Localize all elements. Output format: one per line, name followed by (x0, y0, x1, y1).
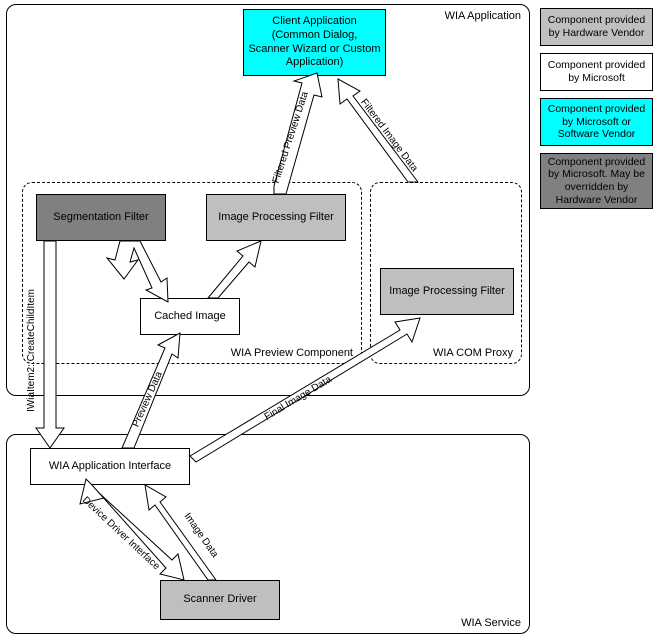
image-processing-filter-preview-box: Image Processing Filter (206, 194, 346, 241)
scanner-driver-box: Scanner Driver (160, 580, 280, 620)
legend-microsoft: Component provided by Microsoft (540, 53, 653, 91)
wia-com-proxy-label: WIA COM Proxy (433, 347, 513, 359)
segmentation-filter-box: Segmentation Filter (36, 194, 166, 241)
wia-service-label: WIA Service (461, 617, 521, 629)
legend-microsoft-override: Component provided by Microsoft. May be … (540, 153, 653, 209)
legend-hardware-vendor: Component provided by Hardware Vendor (540, 8, 653, 46)
cached-image-box: Cached Image (140, 298, 240, 335)
label-create-child-item: IWiaItem2::CreateChildItem (26, 289, 37, 412)
client-application-box: Client Application (Common Dialog, Scann… (243, 9, 386, 76)
wia-application-label: WIA Application (445, 10, 521, 22)
legend-microsoft-or-software-vendor: Component provided by Microsoft or Softw… (540, 98, 653, 146)
wia-application-interface-box: WIA Application Interface (30, 448, 190, 485)
image-processing-filter-proxy-box: Image Processing Filter (380, 268, 514, 315)
wia-preview-component-label: WIA Preview Component (231, 347, 353, 359)
